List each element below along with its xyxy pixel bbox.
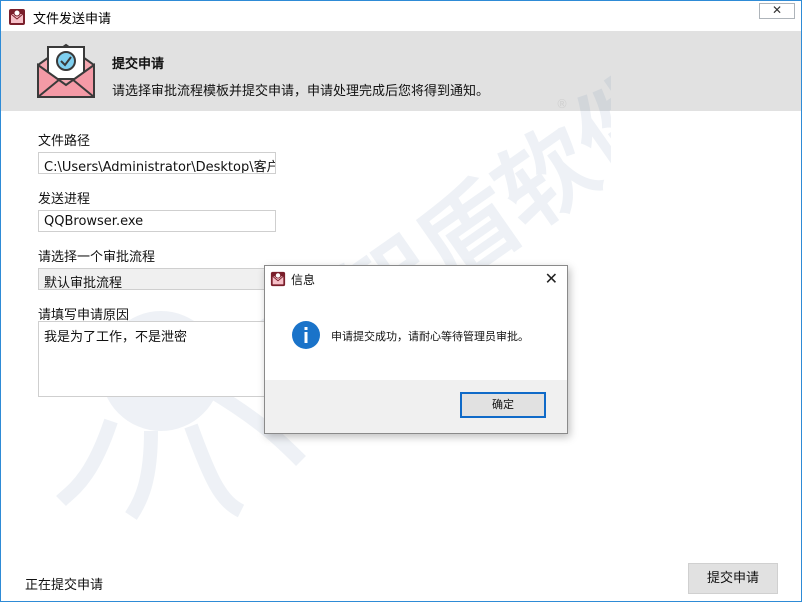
mail-check-icon [37, 43, 95, 98]
header-title: 提交申请 [112, 57, 165, 72]
reason-textarea[interactable]: 我是为了工作，不是泄密 [38, 321, 276, 397]
process-label: 发送进程 [38, 192, 91, 207]
flow-label: 请选择一个审批流程 [38, 250, 156, 265]
header-banner: 提交申请 请选择审批流程模板并提交申请，申请处理完成后您将得到通知。 [1, 31, 801, 111]
dialog-close-button[interactable]: ✕ [545, 269, 558, 288]
path-field[interactable]: C:\Users\Administrator\Desktop\客户名 [38, 152, 276, 174]
flow-select[interactable]: 默认审批流程 [38, 268, 276, 291]
title-bar: 文件发送申请 ✕ [1, 1, 801, 31]
watermark-registered-mark: ® [556, 97, 568, 111]
window-close-button[interactable]: ✕ [759, 3, 795, 19]
dialog-footer: 确定 [265, 380, 567, 433]
dialog-message: 申请提交成功，请耐心等待管理员审批。 [331, 330, 529, 343]
envelope-app-icon [9, 9, 25, 25]
info-dialog: 信息 ✕ 申请提交成功，请耐心等待管理员审批。 确定 [264, 265, 568, 434]
header-description: 请选择审批流程模板并提交申请，申请处理完成后您将得到通知。 [112, 84, 490, 99]
envelope-app-icon [270, 271, 286, 287]
ok-button[interactable]: 确定 [460, 392, 546, 418]
info-icon [292, 321, 320, 349]
path-label: 文件路径 [38, 134, 91, 149]
status-text: 正在提交申请 [25, 578, 104, 593]
submit-button[interactable]: 提交申请 [688, 563, 778, 594]
window-title: 文件发送申请 [33, 12, 112, 27]
process-field[interactable]: QQBrowser.exe [38, 210, 276, 232]
dialog-title: 信息 [291, 273, 316, 287]
